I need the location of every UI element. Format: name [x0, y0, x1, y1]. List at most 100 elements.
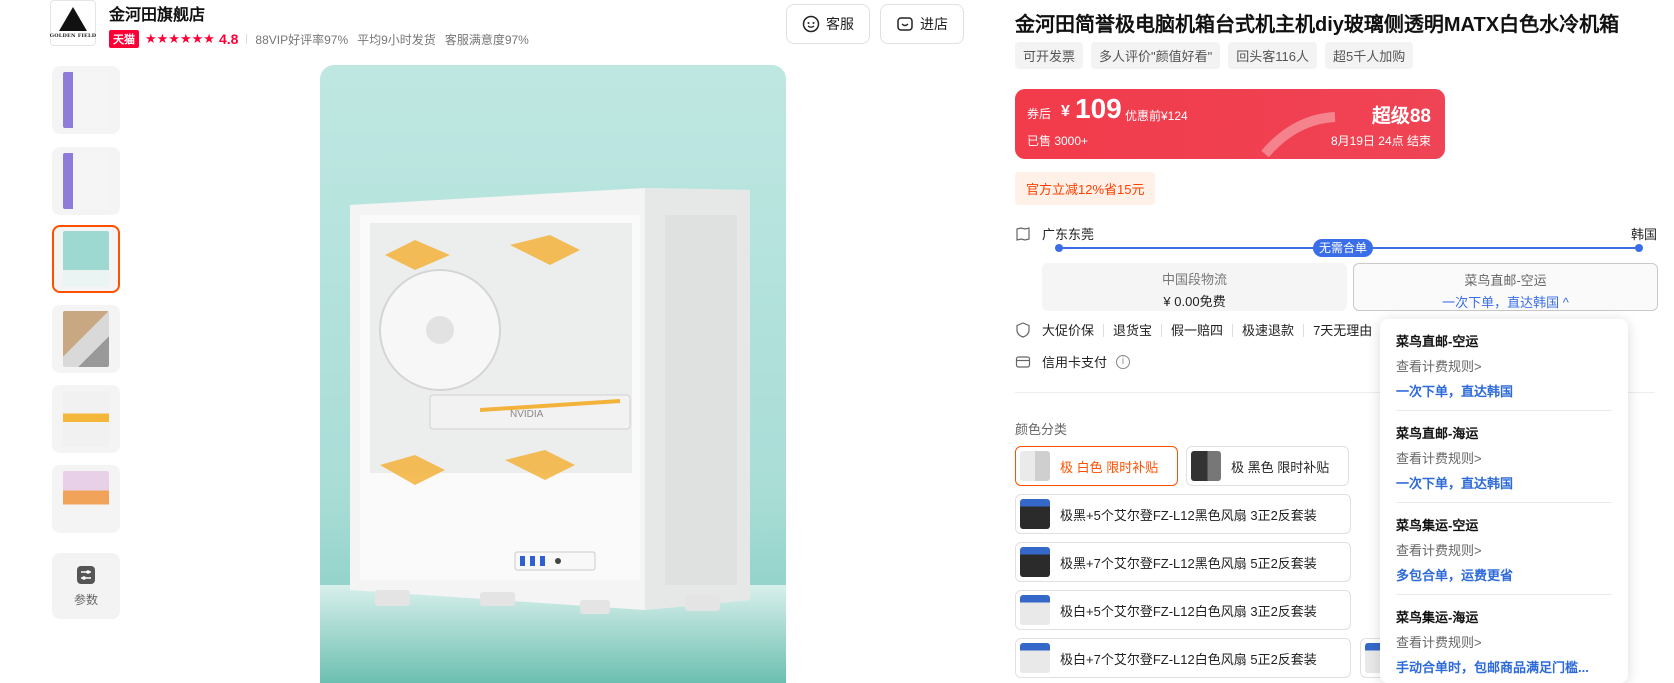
store-meta-shipping: 平均9小时发货	[357, 32, 436, 47]
logistics-international-select[interactable]: 菜鸟直邮-空运 一次下单，直达韩国 ^	[1353, 263, 1658, 311]
logistics-domestic-fee: ¥ 0.00免费	[1163, 294, 1226, 309]
promo-end-date: 8月19日 24点 结束	[1330, 134, 1431, 148]
logistics-international-detail: 一次下单，直达韩国 ^	[1442, 295, 1569, 310]
after-coupon-label: 券后	[1027, 107, 1052, 121]
shipping-option-desc: 一次下单，直达韩国	[1396, 384, 1514, 399]
service-guarantees[interactable]: 大促价保 退货宝 假一赔四 极速退款 7天无理由	[1015, 322, 1381, 338]
tag-reviews[interactable]: 多人评价"颜值好看"	[1091, 42, 1221, 69]
enter-shop-label: 进店	[920, 16, 948, 32]
thumbnail-3[interactable]	[52, 225, 120, 293]
tag-invoice: 可开发票	[1015, 42, 1084, 69]
sku-option-3[interactable]: 极黑+5个艾尔登FZ-L12黑色风扇 3正2反套装	[1015, 494, 1351, 534]
tmall-badge: 天猫	[109, 30, 139, 48]
sku-label: 极 白色 限时补贴	[1060, 459, 1159, 475]
customer-service-button[interactable]: 客服	[786, 4, 870, 44]
thumbnail-image	[63, 153, 109, 209]
credit-card-label: 信用卡支付	[1042, 355, 1108, 370]
shipping-option-desc: 手动合单时，包邮商品满足门槛...	[1396, 660, 1589, 675]
thumbnail-image	[63, 72, 109, 128]
sku-swatch	[1020, 643, 1050, 673]
store-meta-vip: 88VIP好评率97%	[255, 32, 349, 47]
thumbnail-image	[63, 471, 109, 527]
original-price: 优惠前¥124	[1125, 109, 1188, 123]
sku-label: 极白+5个艾尔登FZ-L12白色风扇 3正2反套装	[1060, 603, 1317, 619]
service-fake-compensation: 假一赔四	[1162, 323, 1234, 337]
price-card: 券后 ¥ 109 优惠前¥124 已售 3000+ 超级88 8月19日 24点…	[1015, 89, 1445, 159]
shipping-option-title: 菜鸟直邮-空运	[1396, 334, 1479, 349]
credit-card-payment: 信用卡支付 i	[1015, 352, 1131, 371]
gpu-brand-text: NVIDIA	[510, 409, 544, 420]
main-product-image[interactable]: NVIDIA	[320, 65, 786, 683]
sold-count: 已售 3000+	[1027, 134, 1089, 148]
logistics-domestic: 中国段物流 ¥ 0.00免费	[1042, 263, 1347, 311]
thumbnail-image	[63, 391, 109, 447]
parameters-button[interactable]: 参数	[52, 553, 120, 619]
sku-option-6[interactable]: 极白+7个艾尔登FZ-L12白色风扇 5正2反套装	[1015, 638, 1351, 678]
official-discount-badge[interactable]: 官方立减12%省15元	[1015, 172, 1156, 205]
store-logo[interactable]: GOLDEN FIELD	[50, 0, 96, 46]
sliders-icon	[77, 565, 95, 584]
sku-swatch	[1191, 451, 1221, 481]
enter-shop-button[interactable]: 进店	[880, 4, 964, 44]
credit-card-icon	[1015, 355, 1031, 368]
product-title: 金河田简誉极电脑机箱台式机主机diy玻璃侧透明MATX白色水冷机箱	[1015, 14, 1620, 36]
shipping-option[interactable]: 菜鸟集运-海运 查看计费规则> 手动合单时，包邮商品满足门槛...	[1396, 595, 1612, 683]
shipping-option-title: 菜鸟直邮-海运	[1396, 426, 1479, 441]
sku-option-2[interactable]: 极 黑色 限时补贴	[1186, 446, 1349, 486]
thumbnail-4[interactable]	[52, 305, 120, 373]
shipping-option[interactable]: 菜鸟集运-空运 查看计费规则> 多包合单，运费更省	[1396, 503, 1612, 595]
shipping-method-dropdown[interactable]: 菜鸟直邮-空运 查看计费规则> 一次下单，直达韩国 菜鸟直邮-海运 查看计费规则…	[1380, 319, 1628, 683]
service-return-insurance: 退货宝	[1104, 323, 1163, 337]
store-meta-service: 客服满意度97%	[444, 32, 529, 47]
logistics-domestic-name: 中国段物流	[1161, 272, 1227, 287]
store-meta: 天猫 ★★★★★★ 4.8 88VIP好评率97% 平均9小时发货 客服满意度9…	[109, 30, 538, 48]
thumbnail-image	[63, 311, 109, 367]
route-pill: 无需合单	[1313, 239, 1374, 257]
pc-case-illustration: NVIDIA	[320, 188, 786, 683]
logistics-international-name: 菜鸟直邮-空运	[1464, 273, 1547, 288]
sku-swatch	[1020, 595, 1050, 625]
shipping-option-desc: 一次下单，直达韩国	[1396, 476, 1514, 491]
store-name[interactable]: 金河田旗舰店	[109, 1, 205, 25]
shipping-option[interactable]: 菜鸟直邮-空运 查看计费规则> 一次下单，直达韩国	[1396, 319, 1612, 411]
map-icon	[1016, 227, 1030, 241]
sku-swatch	[1020, 547, 1050, 577]
thumbnail-image	[63, 231, 109, 287]
meta-divider	[246, 34, 248, 44]
color-category-label: 颜色分类	[1015, 422, 1068, 437]
thumbnail-1[interactable]	[52, 66, 120, 134]
chat-smile-icon	[802, 15, 820, 33]
sku-label: 极 黑色 限时补贴	[1231, 459, 1330, 475]
tag-cart-adds: 超5千人加购	[1324, 42, 1414, 69]
sku-option-4[interactable]: 极黑+7个艾尔登FZ-L12黑色风扇 5正2反套装	[1015, 542, 1351, 582]
route-start-dot	[1055, 244, 1063, 252]
service-7-day-return: 7天无理由	[1313, 322, 1373, 338]
sku-label: 极黑+7个艾尔登FZ-L12黑色风扇 5正2反套装	[1060, 555, 1317, 571]
ship-to[interactable]: 韩国	[1631, 224, 1657, 243]
tag-repeat-buyers: 回头客116人	[1228, 42, 1317, 69]
shipping-option-title: 菜鸟集运-海运	[1396, 610, 1479, 625]
service-price-protect: 大促价保	[1042, 323, 1105, 337]
product-tags: 可开发票 多人评价"颜值好看" 回头客116人 超5千人加购	[1015, 42, 1421, 69]
shipping-option[interactable]: 菜鸟直邮-海运 查看计费规则> 一次下单，直达韩国	[1396, 411, 1612, 503]
sku-option-5[interactable]: 极白+5个艾尔登FZ-L12白色风扇 3正2反套装	[1015, 590, 1351, 630]
fee-rule-link[interactable]: 查看计费规则>	[1396, 356, 1612, 375]
store-rating: 4.8	[218, 31, 239, 47]
ship-from: 广东东莞	[1042, 227, 1095, 242]
thumbnail-6[interactable]	[52, 465, 120, 533]
service-fast-refund: 极速退款	[1233, 323, 1305, 337]
sku-option-1[interactable]: 极 白色 限时补贴	[1015, 446, 1178, 486]
thumbnail-5[interactable]	[52, 385, 120, 453]
fee-rule-link[interactable]: 查看计费规则>	[1396, 540, 1612, 559]
sku-swatch	[1020, 499, 1050, 529]
parameters-label: 参数	[73, 592, 98, 607]
shipping-option-title: 菜鸟集运-空运	[1396, 518, 1479, 533]
shop-icon	[897, 17, 913, 31]
fee-rule-link[interactable]: 查看计费规则>	[1396, 448, 1612, 467]
sku-label: 极黑+5个艾尔登FZ-L12黑色风扇 3正2反套装	[1060, 507, 1317, 523]
info-icon[interactable]: i	[1116, 354, 1131, 369]
price-value: 109	[1075, 93, 1122, 124]
thumbnail-2[interactable]	[52, 147, 120, 215]
fee-rule-link[interactable]: 查看计费规则>	[1396, 632, 1612, 651]
rating-stars: ★★★★★★	[145, 31, 215, 46]
